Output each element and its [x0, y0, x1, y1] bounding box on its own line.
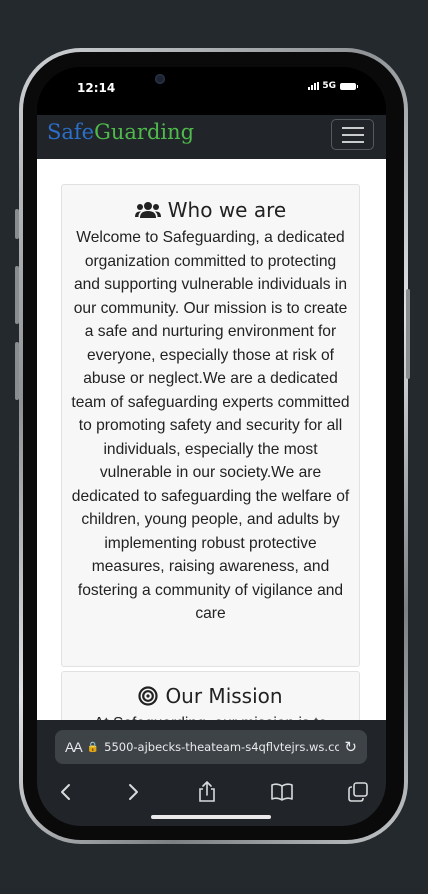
- reader-aa-button[interactable]: AA: [65, 739, 83, 755]
- status-indicators: 5G: [308, 81, 358, 91]
- url-text[interactable]: 5500-ajbecks-theateam-s4qflvtejrs.ws.cod…: [104, 740, 339, 754]
- tabs-button[interactable]: [346, 778, 370, 806]
- safari-bottom-bar: AA 🔒 5500-ajbecks-theateam-s4qflvtejrs.w…: [37, 720, 386, 826]
- reload-icon[interactable]: ↻: [344, 738, 357, 756]
- card-title: Our Mission: [62, 684, 359, 708]
- power-button: [406, 289, 410, 379]
- camera-icon: [155, 74, 165, 84]
- site-navbar: SafeGuarding: [37, 115, 386, 159]
- book-icon: [271, 783, 293, 801]
- tabs-icon: [348, 782, 368, 802]
- users-icon: [134, 202, 161, 218]
- our-mission-text: At Safeguarding, our mission is to: [70, 712, 351, 720]
- signal-icon: [308, 82, 320, 90]
- browser-toolbar: [37, 778, 386, 806]
- page-content[interactable]: Who we are Welcome to Safeguarding, a de…: [37, 159, 386, 720]
- back-button[interactable]: [55, 778, 75, 806]
- network-label: 5G: [322, 81, 336, 91]
- share-icon: [199, 781, 215, 802]
- hamburger-icon: [341, 133, 364, 136]
- who-we-are-text: Welcome to Safeguarding, a dedicated org…: [71, 229, 350, 622]
- forward-button[interactable]: [123, 778, 143, 806]
- volume-up-button: [15, 266, 19, 324]
- address-bar[interactable]: AA 🔒 5500-ajbecks-theateam-s4qflvtejrs.w…: [55, 730, 367, 764]
- menu-toggle-button[interactable]: [331, 119, 374, 150]
- chevron-right-icon: [128, 784, 138, 800]
- brand-part-safe: Safe: [47, 120, 95, 144]
- home-indicator: [151, 815, 271, 819]
- brand-logo[interactable]: SafeGuarding: [47, 120, 194, 144]
- volume-down-button: [15, 342, 19, 400]
- hamburger-icon: [341, 140, 364, 143]
- phone-screen: 12:14 5G SafeGuarding Who we are Welcome…: [37, 67, 386, 826]
- who-we-are-card: Who we are Welcome to Safeguarding, a de…: [61, 184, 360, 667]
- card-title: Who we are: [62, 198, 359, 222]
- lock-icon: 🔒: [86, 741, 100, 753]
- who-we-are-title: Who we are: [167, 198, 287, 222]
- bullseye-icon: [138, 686, 159, 706]
- brand-part-guarding: Guarding: [94, 120, 195, 144]
- bookmarks-button[interactable]: [269, 778, 295, 806]
- our-mission-title: Our Mission: [165, 684, 283, 708]
- action-button: [15, 209, 19, 239]
- status-bar: 12:14 5G: [37, 67, 386, 115]
- share-button[interactable]: [195, 778, 219, 806]
- status-time: 12:14: [77, 81, 116, 95]
- battery-icon: [340, 82, 358, 90]
- chevron-left-icon: [60, 784, 70, 800]
- hamburger-icon: [341, 126, 364, 129]
- our-mission-card: Our Mission At Safeguarding, our mission…: [61, 671, 360, 720]
